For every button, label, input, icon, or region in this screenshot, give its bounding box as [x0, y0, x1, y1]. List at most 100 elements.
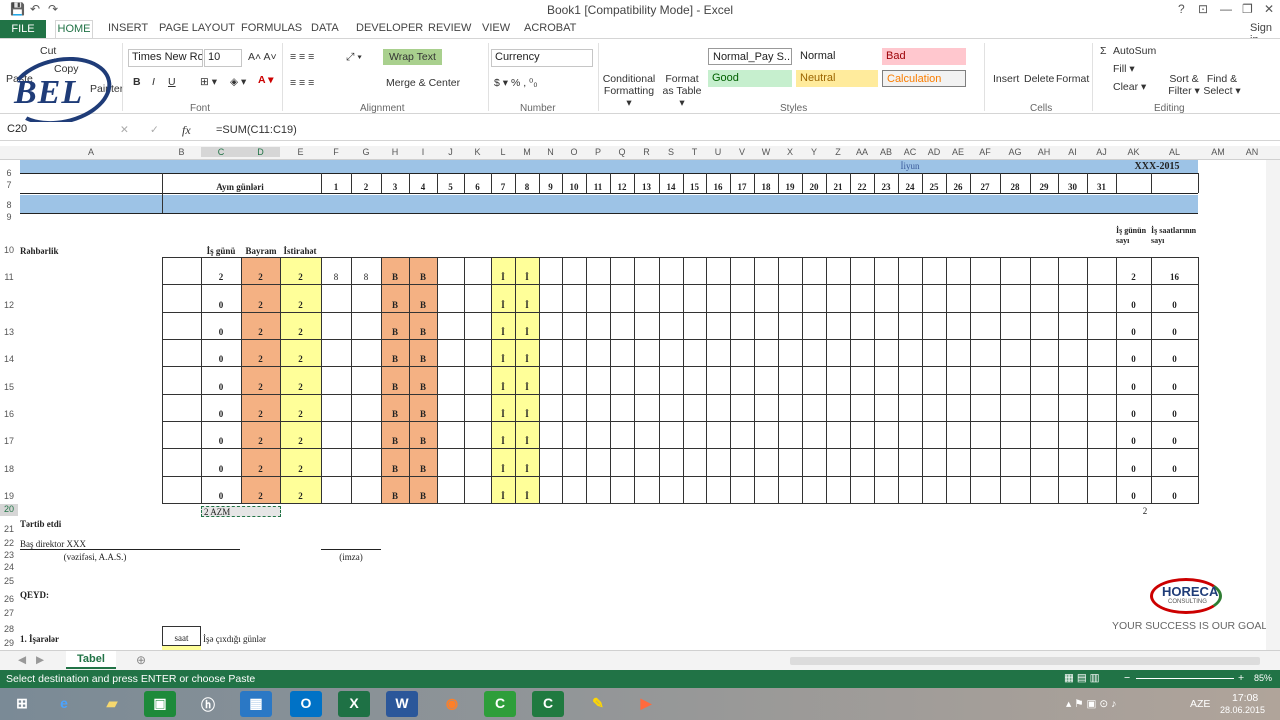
cell-rest[interactable]: İ: [491, 300, 515, 311]
cell-istirahet[interactable]: 2: [280, 491, 321, 502]
cell-istirahet[interactable]: 2: [280, 382, 321, 393]
redo-icon[interactable]: ↷: [48, 2, 58, 16]
zoom-slider[interactable]: [1136, 678, 1234, 679]
cell-istirahet[interactable]: 2: [280, 409, 321, 420]
row-header[interactable]: 17: [0, 436, 18, 448]
cell-holiday[interactable]: B: [409, 300, 437, 311]
row-header[interactable]: 11: [0, 272, 18, 284]
currency-format-icon[interactable]: $ ▾ % , ⁰₀: [494, 77, 538, 89]
cell-rest[interactable]: İ: [515, 300, 539, 311]
project-icon[interactable]: ▣: [144, 691, 176, 717]
column-header[interactable]: P: [586, 147, 610, 157]
column-header[interactable]: AN: [1238, 147, 1266, 157]
font-size-select[interactable]: 10: [204, 49, 242, 67]
cell-holiday[interactable]: B: [409, 327, 437, 338]
tab-review[interactable]: REVIEW: [428, 22, 471, 34]
cell-is-gunu[interactable]: 0: [201, 354, 241, 365]
row-header[interactable]: 20: [0, 504, 18, 516]
cell-is-gunu[interactable]: 2: [201, 272, 241, 283]
column-header[interactable]: AA: [850, 147, 874, 157]
row-header[interactable]: 9: [0, 212, 18, 224]
insert-function-icon[interactable]: fx: [182, 123, 191, 138]
cell-holiday[interactable]: B: [381, 464, 409, 475]
vertical-scrollbar[interactable]: [1266, 160, 1280, 650]
horizontal-scrollbar[interactable]: [790, 657, 1260, 665]
number-format-select[interactable]: Currency: [491, 49, 593, 67]
column-header[interactable]: E: [280, 147, 321, 157]
column-header[interactable]: D: [241, 147, 280, 157]
cell-rest[interactable]: İ: [515, 436, 539, 447]
cut-button[interactable]: Cut: [40, 45, 56, 57]
cell-rest[interactable]: İ: [515, 491, 539, 502]
worksheet-grid[interactable]: 6 7 8 9 10 11 12 13 14 15 16 17 18 19 20 21 22 23 24 25 26 27…: [0, 160, 1266, 650]
cell-istirahet[interactable]: 2: [280, 436, 321, 447]
cell-bayram[interactable]: 2: [241, 491, 280, 502]
cell-is-saat[interactable]: 0: [1151, 300, 1198, 311]
cell-istirahet[interactable]: 2: [280, 327, 321, 338]
cell-holiday[interactable]: B: [409, 354, 437, 365]
cell-rest[interactable]: İ: [491, 354, 515, 365]
cell-bayram[interactable]: 2: [241, 300, 280, 311]
row-header[interactable]: 13: [0, 327, 18, 339]
column-header[interactable]: AK: [1116, 147, 1151, 157]
cell-holiday[interactable]: B: [381, 327, 409, 338]
cell-istirahet[interactable]: 2: [280, 272, 321, 283]
tab-acrobat[interactable]: ACROBAT: [524, 22, 576, 34]
enter-icon[interactable]: ✓: [150, 124, 159, 136]
clock-time[interactable]: 17:08: [1232, 692, 1258, 704]
cell-holiday[interactable]: B: [381, 436, 409, 447]
cell-holiday[interactable]: B: [409, 409, 437, 420]
cell-bayram[interactable]: 2: [241, 436, 280, 447]
next-sheet-icon[interactable]: ▶: [36, 654, 44, 666]
column-header[interactable]: C: [201, 147, 241, 157]
cell-is-gunun-sayi[interactable]: 0: [1116, 327, 1151, 338]
format-as-table-button[interactable]: Format as Table ▾: [660, 73, 704, 109]
language-indicator[interactable]: AZE: [1190, 698, 1210, 710]
cell-bayram[interactable]: 2: [241, 409, 280, 420]
format-cells-button[interactable]: Format: [1056, 73, 1089, 85]
selected-cell-c20[interactable]: 2 AZM: [201, 506, 281, 517]
cell-is-saat[interactable]: 0: [1151, 436, 1198, 447]
cell-is-gunu[interactable]: 0: [201, 464, 241, 475]
app-c-icon[interactable]: C: [484, 691, 516, 717]
row-header[interactable]: 8: [0, 200, 18, 212]
cell-rest[interactable]: İ: [491, 491, 515, 502]
style-neutral[interactable]: Neutral: [796, 70, 878, 87]
restore-button[interactable]: ❐: [1242, 2, 1253, 16]
app-pen-icon[interactable]: ✎: [582, 691, 614, 717]
column-header[interactable]: AB: [874, 147, 898, 157]
view-normal-icon[interactable]: ▦ ▤ ▥: [1064, 672, 1100, 684]
cell-is-gunu[interactable]: 0: [201, 491, 241, 502]
style-normal[interactable]: Normal: [796, 48, 878, 65]
cell-rest[interactable]: İ: [491, 272, 515, 283]
cell-is-saat[interactable]: 0: [1151, 354, 1198, 365]
column-header[interactable]: AG: [1000, 147, 1030, 157]
row-header[interactable]: 18: [0, 464, 18, 476]
cell-is-gunu[interactable]: 0: [201, 382, 241, 393]
clear-button[interactable]: Clear ▾: [1113, 81, 1146, 93]
column-header[interactable]: X: [778, 147, 802, 157]
cell-is-gunun-sayi[interactable]: 0: [1116, 491, 1151, 502]
row-header[interactable]: 28: [0, 624, 18, 636]
cell-is-gunun-sayi[interactable]: 0: [1116, 300, 1151, 311]
cell-holiday[interactable]: B: [381, 382, 409, 393]
column-header[interactable]: Q: [610, 147, 634, 157]
column-header[interactable]: AL: [1151, 147, 1198, 157]
cancel-icon[interactable]: ✕: [120, 124, 129, 136]
column-header[interactable]: U: [706, 147, 730, 157]
column-header[interactable]: F: [321, 147, 351, 157]
column-header[interactable]: B: [162, 147, 201, 157]
column-header[interactable]: AD: [922, 147, 946, 157]
grow-font-icon[interactable]: A˄ A˅: [248, 51, 277, 63]
column-header[interactable]: V: [730, 147, 754, 157]
column-header[interactable]: W: [754, 147, 778, 157]
row-header[interactable]: 26: [0, 594, 18, 606]
column-header[interactable]: T: [683, 147, 706, 157]
cell-rest[interactable]: İ: [491, 409, 515, 420]
cell-bayram[interactable]: 2: [241, 354, 280, 365]
align-left-icon[interactable]: ≡ ≡ ≡: [290, 77, 314, 89]
merge-center-button[interactable]: Merge & Center: [386, 77, 460, 89]
column-header[interactable]: M: [515, 147, 539, 157]
cell-is-saat[interactable]: 0: [1151, 382, 1198, 393]
cell-bayram[interactable]: 2: [241, 382, 280, 393]
